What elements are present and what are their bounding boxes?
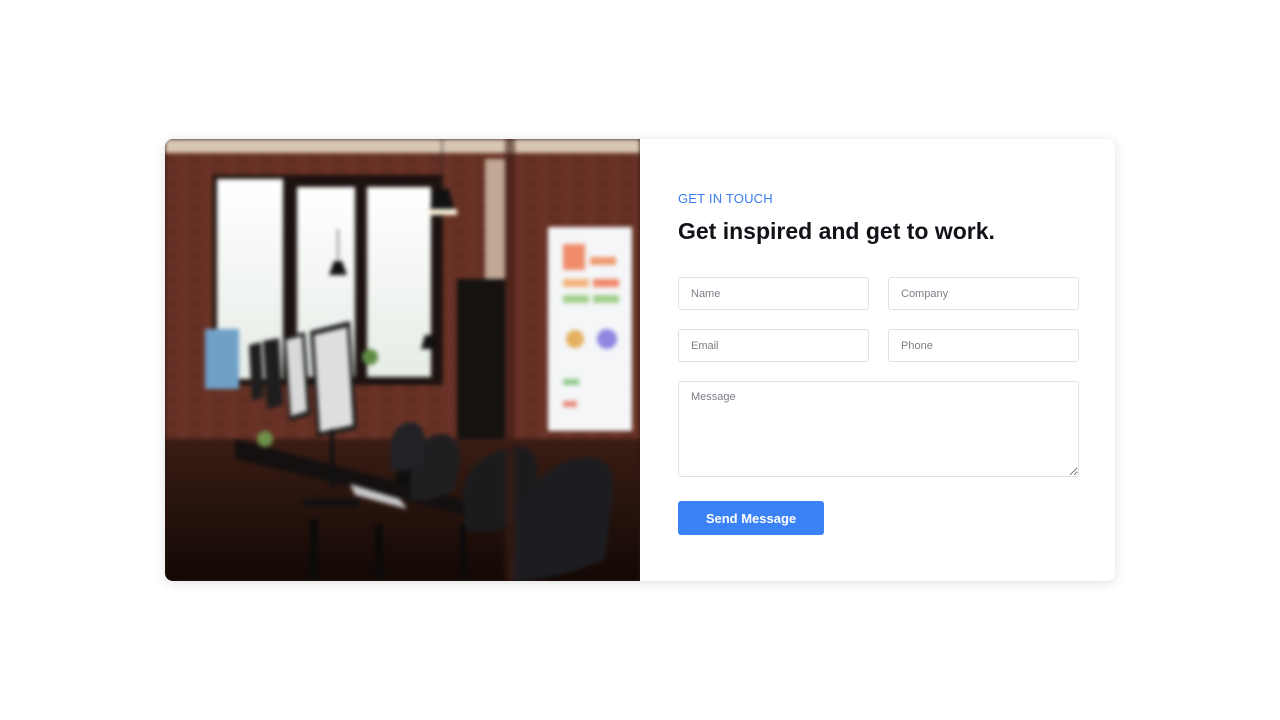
phone-input[interactable] [888,329,1079,362]
message-textarea[interactable] [678,381,1079,477]
contact-card: GET IN TOUCH Get inspired and get to wor… [165,139,1115,581]
office-photo [165,139,640,581]
form-row-name-company [678,277,1079,310]
send-message-button[interactable]: Send Message [678,501,824,535]
eyebrow-label: GET IN TOUCH [678,191,773,206]
page-title: Get inspired and get to work. [678,218,995,244]
form-row-email-phone [678,329,1079,362]
email-input[interactable] [678,329,869,362]
contact-form-panel: GET IN TOUCH Get inspired and get to wor… [640,139,1115,581]
contact-form: Send Message [678,277,1079,535]
name-input[interactable] [678,277,869,310]
company-input[interactable] [888,277,1079,310]
